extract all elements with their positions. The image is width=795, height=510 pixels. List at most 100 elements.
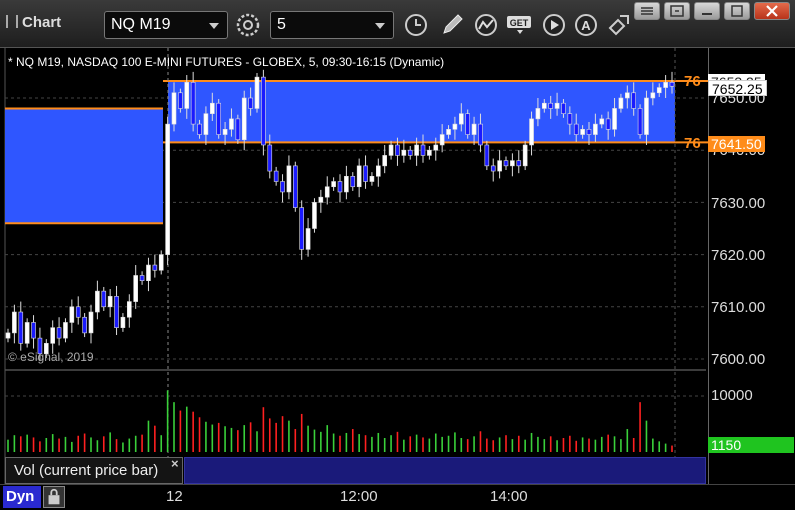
candle — [605, 118, 611, 130]
candle — [331, 181, 336, 188]
candle — [216, 102, 221, 135]
volume-panel-strip — [184, 457, 706, 484]
candle — [446, 129, 451, 135]
candle — [95, 290, 100, 313]
candle — [452, 123, 458, 130]
candle — [158, 254, 164, 271]
candle — [612, 108, 617, 130]
candle — [318, 196, 324, 203]
candle — [554, 102, 560, 109]
candle — [395, 144, 400, 156]
price-axis[interactable] — [708, 48, 795, 488]
candle — [548, 102, 553, 109]
candle — [650, 92, 656, 99]
candle — [663, 82, 668, 88]
candle — [414, 144, 419, 156]
prior-zone — [5, 108, 163, 224]
candle — [407, 149, 413, 156]
candle — [69, 306, 75, 323]
candle — [267, 144, 273, 172]
candle — [401, 149, 407, 156]
candle — [644, 97, 649, 135]
candle — [350, 176, 356, 188]
candle — [510, 160, 515, 167]
candle — [248, 97, 253, 109]
candle — [18, 311, 24, 344]
x-tick-label: 12 — [166, 488, 183, 505]
candle — [114, 296, 119, 328]
candle — [631, 92, 636, 109]
candle — [152, 264, 158, 271]
close-panel-icon[interactable]: × — [171, 456, 179, 471]
candle — [567, 113, 573, 125]
candle — [529, 118, 534, 146]
time-axis[interactable] — [0, 484, 795, 510]
candle — [369, 176, 375, 182]
candle — [656, 87, 662, 94]
candle — [535, 108, 541, 120]
lower-level-price: 7641.50 — [708, 136, 765, 152]
lower-level-tag: 76 — [684, 135, 701, 152]
candle — [324, 186, 330, 198]
candle — [190, 82, 196, 125]
candle — [235, 118, 241, 141]
candle — [599, 118, 605, 125]
y-tick-label: 7630.00 — [711, 195, 766, 212]
candle — [50, 327, 55, 344]
candle — [280, 181, 285, 193]
candle — [376, 165, 381, 177]
candle — [133, 275, 138, 302]
candle — [561, 102, 566, 114]
candle — [497, 160, 502, 172]
candle — [178, 92, 183, 109]
candle — [139, 275, 145, 282]
lock-icon[interactable] — [43, 486, 65, 508]
candle — [241, 97, 247, 141]
candle — [299, 207, 304, 250]
candle — [12, 311, 17, 334]
candle — [439, 134, 445, 146]
candle — [388, 144, 394, 156]
candle — [88, 311, 94, 334]
candle — [356, 165, 362, 188]
x-tick-label: 14:00 — [490, 488, 528, 505]
candle — [273, 170, 279, 182]
candle — [63, 322, 68, 339]
candle — [305, 228, 311, 250]
candle — [222, 129, 228, 135]
candle — [484, 144, 490, 167]
copyright-text: © eSignal, 2019 — [8, 350, 94, 364]
dynamic-mode-button[interactable]: Dyn — [3, 486, 41, 508]
candle — [24, 322, 30, 344]
candle — [171, 92, 177, 125]
candle — [120, 316, 126, 328]
volume-tick-label: 10000 — [711, 387, 753, 404]
candle — [465, 113, 470, 135]
current-price-box: 7652.25 — [708, 80, 767, 97]
price-chart[interactable] — [0, 0, 795, 510]
candle — [82, 316, 87, 334]
candle — [101, 290, 107, 308]
candle — [107, 296, 113, 308]
candle — [286, 165, 292, 193]
y-tick-label: 7620.00 — [711, 247, 766, 264]
candle — [516, 160, 522, 167]
candle — [146, 264, 151, 282]
candle — [165, 123, 170, 255]
candle — [427, 149, 432, 156]
x-tick-label: 12:00 — [340, 488, 378, 505]
candle — [459, 113, 464, 125]
candle — [75, 306, 81, 318]
candle — [203, 113, 209, 135]
candle — [618, 97, 624, 109]
candle — [625, 92, 630, 99]
upper-level-tag: 76 — [684, 73, 701, 90]
candle — [56, 327, 62, 339]
y-tick-label: 7600.00 — [711, 351, 766, 368]
candle — [312, 202, 317, 229]
candle — [593, 123, 598, 135]
candle — [127, 301, 132, 318]
volume-panel-label[interactable]: Vol (current price bar) — [5, 457, 183, 484]
candle — [573, 123, 579, 135]
candle — [184, 82, 190, 109]
